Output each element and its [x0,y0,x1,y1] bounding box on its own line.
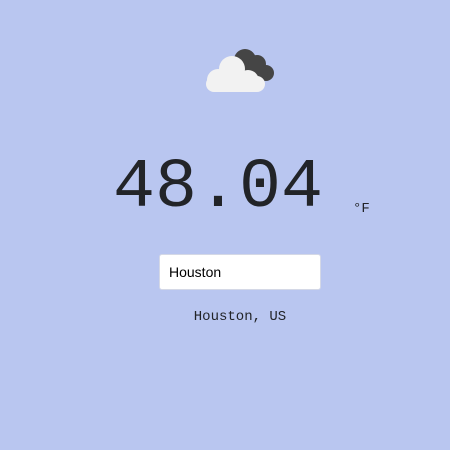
location-label: Houston, US [193,309,287,325]
temperature-unit: °F [353,201,370,217]
weather-app: 48.04 °F Houston, US [0,0,450,450]
cloudy-icon [204,46,278,96]
temperature-display: 48.04 °F [0,150,450,230]
temperature-value: 48.04 [113,149,324,228]
city-search-input[interactable] [159,254,321,290]
